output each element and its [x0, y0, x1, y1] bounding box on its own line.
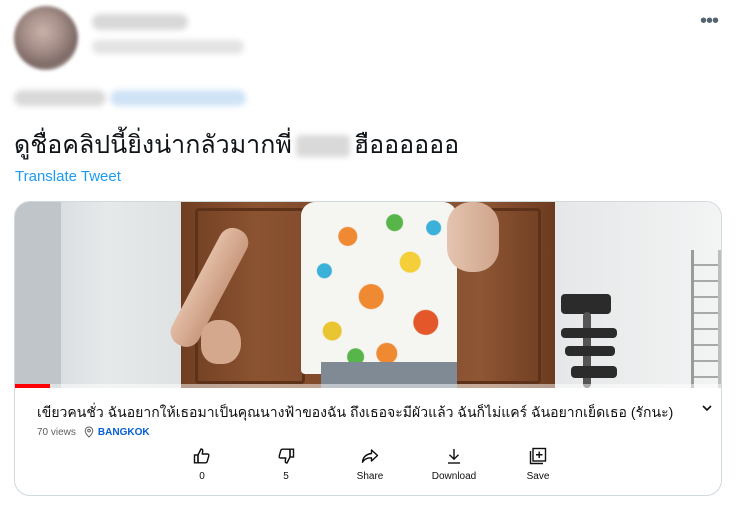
- video-title[interactable]: เขียวคนชั่ว ฉันอยากให้เธอมาเป็นคุณนางฟ้า…: [37, 402, 673, 424]
- like-count: 0: [199, 471, 205, 482]
- video-scene-arm: [447, 202, 499, 272]
- chevron-down-icon[interactable]: [699, 400, 715, 416]
- more-horizontal-icon[interactable]: •••: [700, 11, 724, 32]
- video-info-line: 70 views BANGKOK: [37, 426, 150, 438]
- download-label: Download: [431, 471, 477, 482]
- blurred-replying-to-label: [14, 90, 106, 106]
- save-icon: [529, 447, 547, 465]
- tweet-text-end: ฮืออออออ: [353, 131, 460, 159]
- blurred-display-name: [92, 14, 188, 30]
- censored-name: [295, 135, 350, 158]
- dislike-button[interactable]: 5: [251, 446, 321, 482]
- location-pin-icon: [84, 426, 94, 438]
- dislike-count: 5: [283, 471, 289, 482]
- download-icon: [448, 449, 460, 464]
- avatar[interactable]: [14, 6, 78, 70]
- thumbs-down-icon: [278, 448, 295, 464]
- thumbs-up-icon: [193, 448, 210, 464]
- video-thumbnail[interactable]: [15, 202, 721, 388]
- translate-tweet-link[interactable]: Translate Tweet: [15, 168, 121, 185]
- view-count: 70 views: [37, 426, 76, 438]
- save-label: Save: [526, 471, 550, 482]
- video-scene-rack: [691, 250, 721, 388]
- video-scene-hand: [201, 320, 241, 364]
- blurred-username: [92, 40, 244, 54]
- tweet-text: ดูชื่อคลิปนี้ยิ่งน่ากลัวมากพี่ ฮืออออออ: [14, 128, 459, 162]
- tweet-text-start: ดูชื่อคลิปนี้ยิ่งน่ากลัวมากพี่: [14, 131, 292, 159]
- video-scene-bench: [561, 294, 617, 388]
- video-actions-bar: 0 5 Share Download Save: [15, 446, 721, 492]
- location-link[interactable]: BANGKOK: [98, 427, 150, 438]
- video-metadata: เขียวคนชั่ว ฉันอยากให้เธอมาเป็นคุณนางฟ้า…: [15, 388, 721, 495]
- like-button[interactable]: 0: [167, 446, 237, 482]
- blurred-replying-to-handle: [110, 90, 246, 106]
- download-button[interactable]: Download: [419, 446, 489, 482]
- embedded-video-card[interactable]: เขียวคนชั่ว ฉันอยากให้เธอมาเป็นคุณนางฟ้า…: [14, 201, 722, 496]
- share-label: Share: [356, 471, 384, 482]
- share-button[interactable]: Share: [335, 446, 405, 482]
- video-scene-shirt: [301, 202, 457, 374]
- save-button[interactable]: Save: [503, 446, 573, 482]
- share-icon: [361, 449, 379, 463]
- video-scene-wall-strip: [15, 202, 61, 388]
